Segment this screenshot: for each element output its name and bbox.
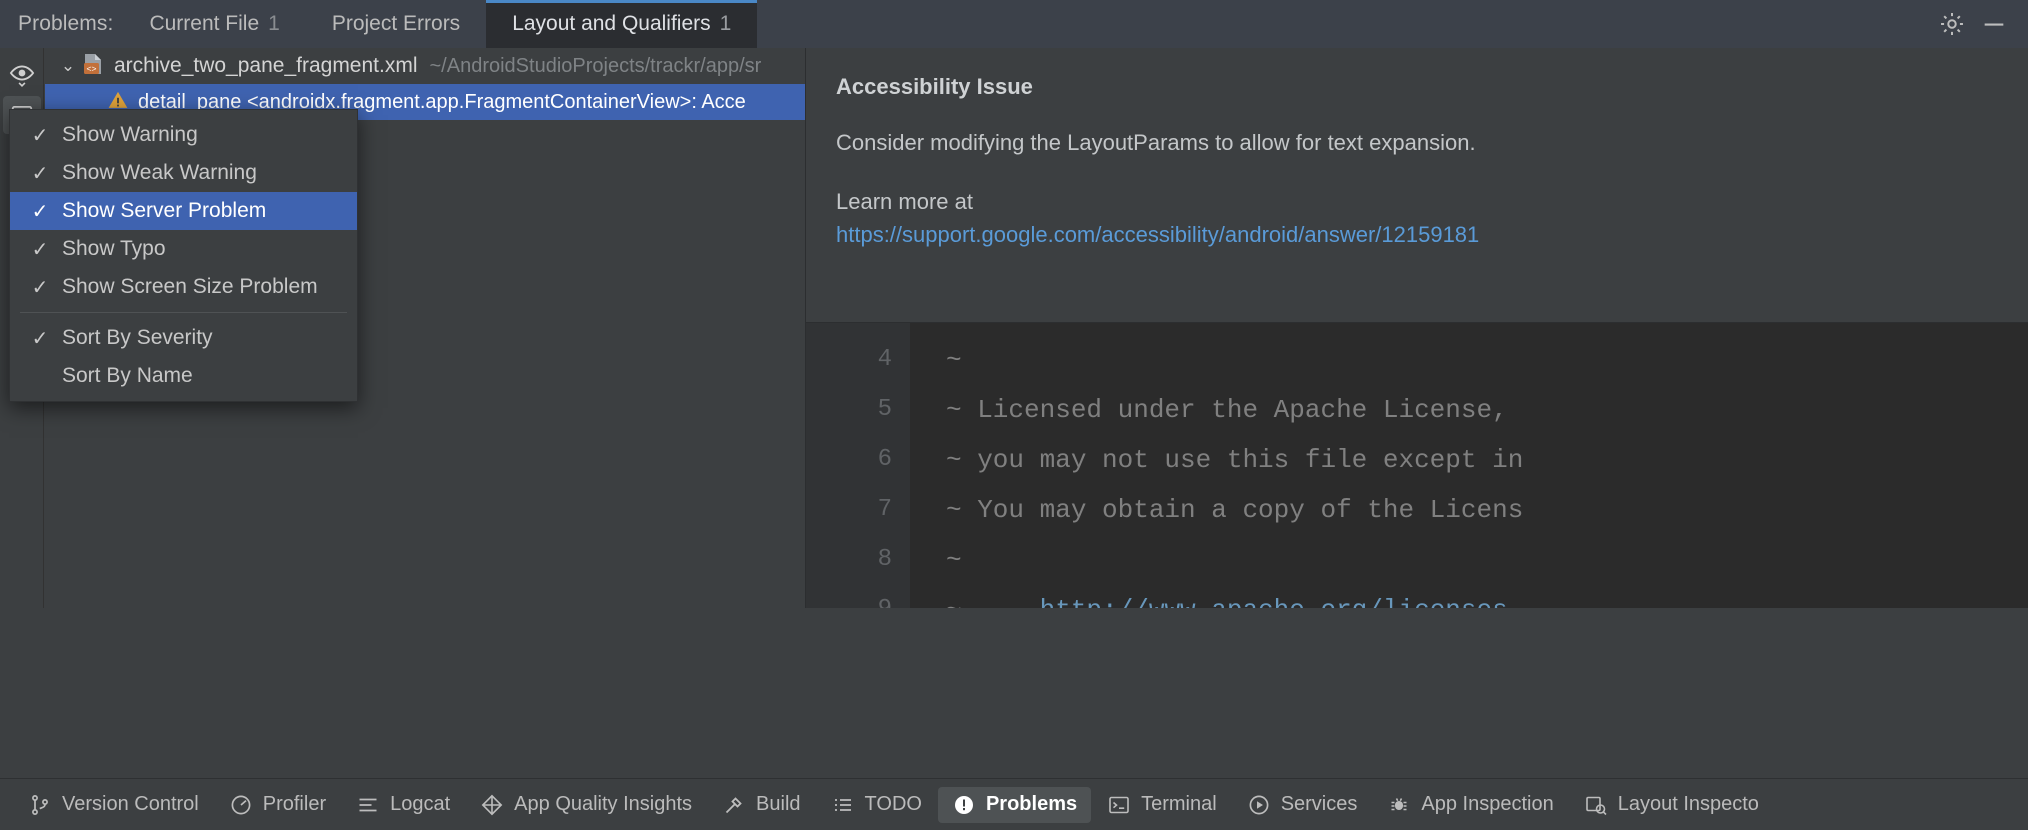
tree-row-file[interactable]: ⌄ <> archive_two_pane_fragment.xml ~/And… [45,48,805,84]
tool-button-label: Build [756,793,800,816]
tab-layout-and-qualifiers-count: 1 [720,12,732,36]
tool-button-label: Services [1281,793,1358,816]
chevron-down-icon[interactable]: ⌄ [55,56,81,76]
code-line: ~ You may obtain a copy of the Licens [946,485,2028,535]
menu-item-label: Show Typo [62,237,166,261]
menu-item-label: Sort By Severity [62,326,213,350]
menu-item-show-screen-size-problem[interactable]: ✓ Show Screen Size Problem [10,268,357,306]
line-number: 4 [806,335,910,385]
preview-eye-icon[interactable] [3,54,41,92]
tool-button-label: App Quality Insights [514,793,692,816]
menu-item-sort-by-name[interactable]: Sort By Name [10,357,357,395]
line-number: 6 [806,435,910,485]
tool-button-label: Terminal [1141,793,1217,816]
problems-tool-window: Problems: Current File 1 Project Errors … [0,0,2028,830]
problems-tab-bar: Problems: Current File 1 Project Errors … [0,0,2028,48]
menu-item-sort-by-severity[interactable]: ✓ Sort By Severity [10,319,357,357]
tool-button-logcat[interactable]: Logcat [342,787,464,823]
tab-current-file[interactable]: Current File 1 [123,0,305,48]
menu-item-show-typo[interactable]: ✓ Show Typo [10,230,357,268]
tab-layout-and-qualifiers-label: Layout and Qualifiers [512,12,710,36]
svg-text:<>: <> [87,63,97,73]
line-number: 7 [806,485,910,535]
problems-label: Problems: [0,0,123,48]
check-icon: ✓ [18,199,62,224]
detail-documentation-link[interactable]: https://support.google.com/accessibility… [836,222,1479,247]
code-preview[interactable]: 4 5 6 7 8 9 ~ ~ Licensed under the Apach… [805,322,2028,608]
tool-button-label: Problems [986,793,1077,816]
code-line: ~ http://www.apache.org/licenses [946,585,2028,608]
menu-item-show-warning[interactable]: ✓ Show Warning [10,116,357,154]
line-number: 5 [806,385,910,435]
code-line-text: ~ [946,595,1040,608]
code-line: ~ Licensed under the Apache License, [946,385,2028,435]
tool-button-build[interactable]: Build [708,787,814,823]
code-line-url[interactable]: http://www.apache.org/licenses [1040,595,1508,608]
tool-button-profiler[interactable]: Profiler [215,787,340,823]
menu-item-label: Show Weak Warning [62,161,257,185]
tab-project-errors-label: Project Errors [332,12,460,36]
tool-button-label: Layout Inspecto [1618,793,1759,816]
tool-button-problems[interactable]: Problems [938,787,1091,823]
tab-bar-spacer [757,0,1938,48]
xml-file-icon: <> [81,52,114,81]
line-number: 8 [806,535,910,585]
menu-item-label: Show Server Problem [62,199,266,223]
tool-button-label: TODO [865,793,922,816]
check-icon: ✓ [18,123,62,148]
check-icon: ✓ [18,326,62,351]
check-icon: ✓ [18,275,62,300]
code-line: ~ [946,335,2028,385]
tool-button-services[interactable]: Services [1233,787,1372,823]
check-icon: ✓ [18,161,62,186]
detail-body: Consider modifying the LayoutParams to a… [836,126,1998,159]
tab-layout-and-qualifiers[interactable]: Layout and Qualifiers 1 [486,0,757,48]
tool-button-label: Logcat [390,793,450,816]
line-number-gutter: 4 5 6 7 8 9 [806,323,910,608]
tool-button-label: App Inspection [1421,793,1553,816]
tool-button-label: Profiler [263,793,326,816]
menu-item-label: Show Warning [62,123,198,147]
menu-item-show-server-problem[interactable]: ✓ Show Server Problem [10,192,357,230]
code-line: ~ [946,535,2028,585]
tool-button-app-inspection[interactable]: App Inspection [1373,787,1567,823]
tool-button-todo[interactable]: TODO [817,787,936,823]
detail-title: Accessibility Issue [836,74,1998,100]
tool-button-version-control[interactable]: Version Control [14,787,213,823]
tool-button-app-quality-insights[interactable]: App Quality Insights [466,787,706,823]
menu-item-show-weak-warning[interactable]: ✓ Show Weak Warning [10,154,357,192]
tab-project-errors[interactable]: Project Errors [306,0,486,48]
tool-button-layout-inspector[interactable]: Layout Inspecto [1570,787,1773,823]
check-icon: ✓ [18,237,62,262]
line-number: 9 [806,585,910,608]
settings-gear-icon[interactable] [1938,10,1966,38]
code-line: ~ you may not use this file except in [946,435,2028,485]
tool-button-label: Version Control [62,793,199,816]
tool-window-bar: Version Control Profiler Logcat App Qual… [0,778,2028,830]
menu-item-label: Sort By Name [62,364,193,388]
tab-bar-actions [1938,0,2028,48]
code-lines: ~ ~ Licensed under the Apache License, ~… [910,323,2028,608]
problems-filter-menu[interactable]: ✓ Show Warning ✓ Show Weak Warning ✓ Sho… [9,109,358,402]
file-name: archive_two_pane_fragment.xml [114,54,418,78]
tool-button-terminal[interactable]: Terminal [1093,787,1231,823]
detail-learn-more-label: Learn more at [836,185,1998,218]
file-path: ~/AndroidStudioProjects/trackr/app/sr [430,55,762,78]
problem-detail-panel: Accessibility Issue Consider modifying t… [805,48,2028,322]
minimize-icon[interactable] [1980,10,2008,38]
menu-item-label: Show Screen Size Problem [62,275,318,299]
tab-current-file-count: 1 [268,12,280,36]
menu-separator [20,312,347,313]
tab-current-file-label: Current File [149,12,259,36]
